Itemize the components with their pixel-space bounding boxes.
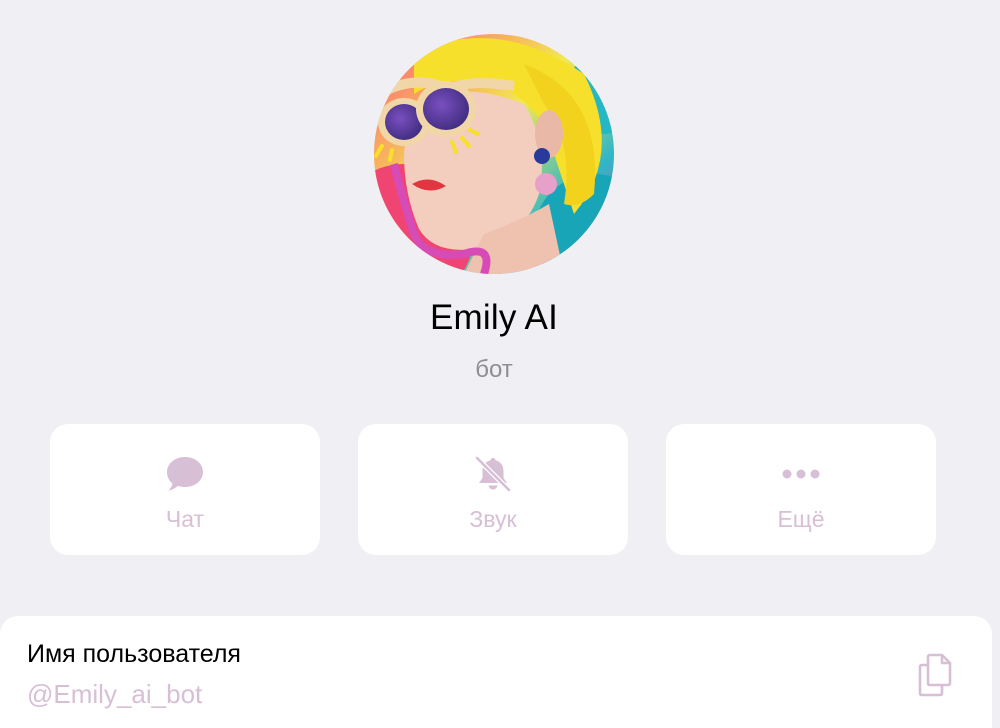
more-dots-icon	[782, 469, 820, 479]
profile-screen: Emily AI бот Чат Звук Ещё Имя пользовате…	[0, 0, 1000, 728]
sound-button-label: Звук	[469, 506, 517, 532]
more-button-label: Ещё	[777, 506, 825, 532]
profile-status: бот	[475, 356, 513, 383]
copy-icon[interactable]	[916, 652, 960, 698]
more-button[interactable]: Ещё	[666, 424, 936, 555]
bell-muted-icon	[474, 455, 512, 493]
sound-button[interactable]: Звук	[358, 424, 628, 555]
profile-avatar[interactable]	[374, 34, 614, 274]
chat-bubble-icon	[167, 457, 203, 491]
username-value[interactable]: @Emily_ai_bot	[27, 679, 202, 710]
username-card[interactable]: Имя пользователя @Emily_ai_bot	[0, 616, 992, 728]
avatar-illustration	[374, 34, 614, 274]
profile-name: Emily AI	[429, 298, 558, 337]
chat-button[interactable]: Чат	[50, 424, 320, 555]
chat-button-label: Чат	[165, 506, 205, 532]
username-title: Имя пользователя	[27, 640, 241, 668]
